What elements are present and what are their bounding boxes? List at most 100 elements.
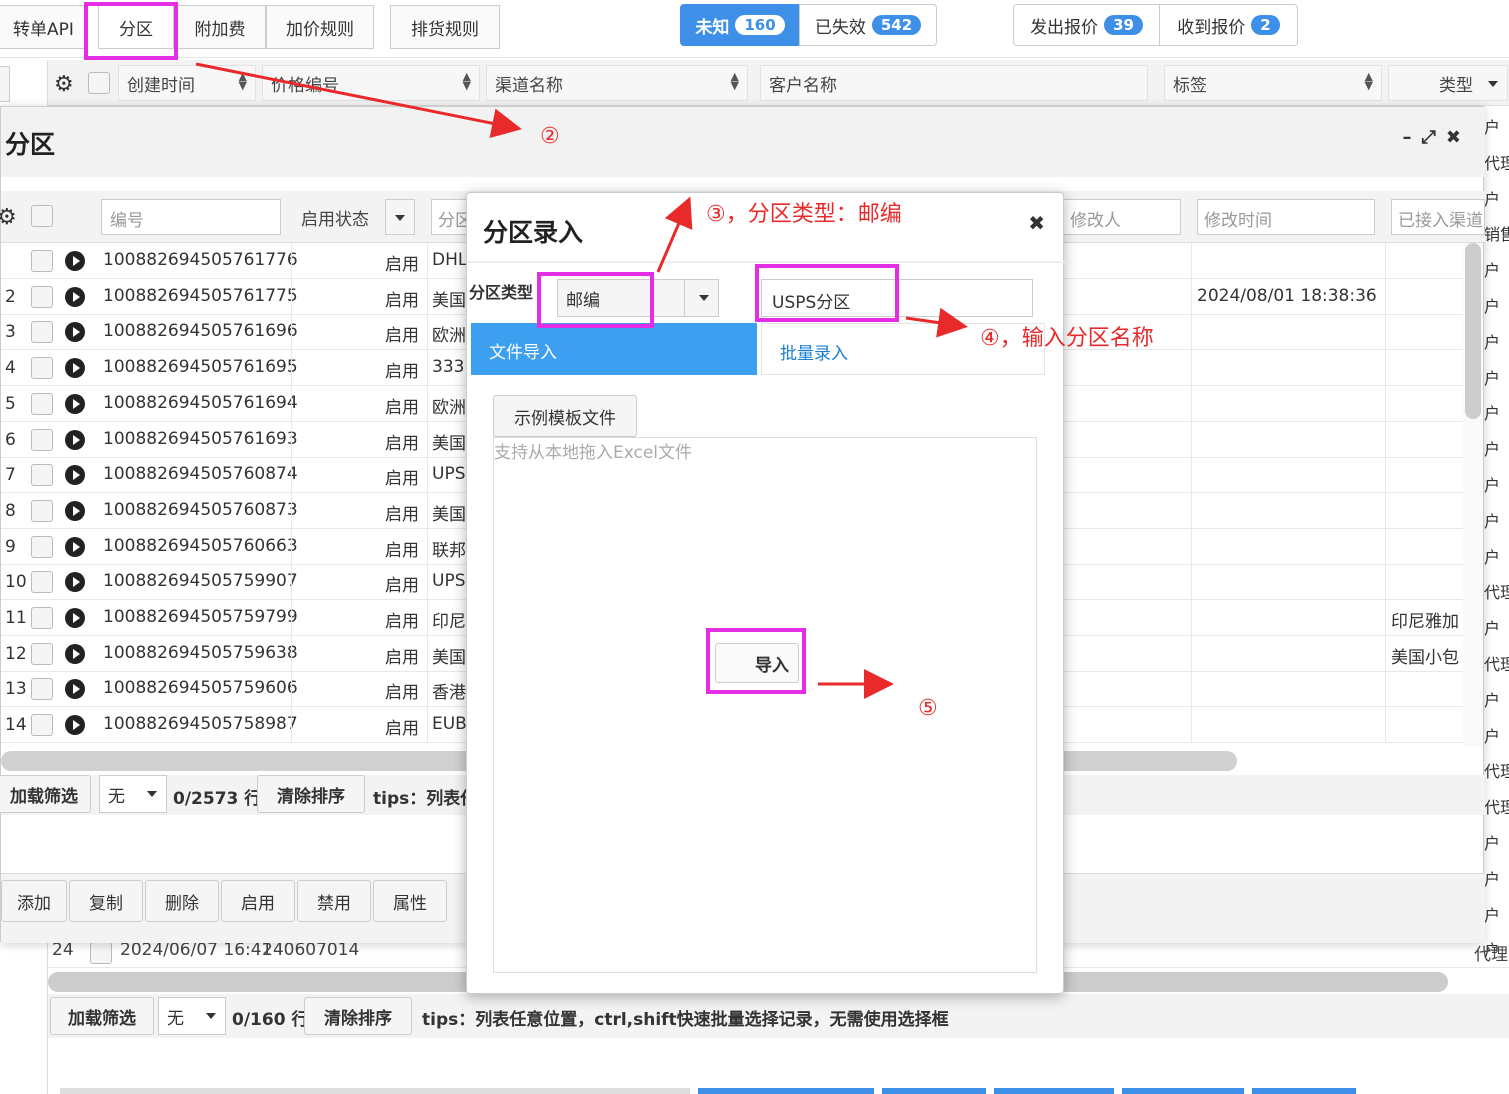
filter-select[interactable]: 无 — [158, 997, 226, 1035]
type-cell: 户 — [1484, 297, 1501, 316]
type-cell: 代理 — [1484, 798, 1509, 818]
close-icon[interactable]: ✖ — [1028, 211, 1045, 235]
row-checkbox[interactable] — [31, 714, 53, 737]
col-price-no[interactable]: 价格编号 ▲ ▼ — [262, 65, 480, 101]
header-checkbox[interactable] — [31, 205, 53, 227]
type-cell: 户 — [1484, 547, 1501, 567]
maximize-icon[interactable]: ⤢ — [1422, 127, 1446, 148]
vertical-scrollbar-thumb[interactable] — [1465, 243, 1481, 419]
excel-drop-zone[interactable]: 支持从本地拖入Excel文件 — [493, 437, 1037, 973]
expand-row-icon[interactable] — [65, 608, 85, 628]
bottom-blue-button[interactable] — [698, 1088, 874, 1094]
delete-button[interactable]: 删除 — [145, 880, 219, 922]
highlight-zone-type — [537, 272, 654, 328]
col-type[interactable]: 类型 — [1388, 65, 1508, 101]
copy-button[interactable]: 复制 — [69, 880, 143, 922]
row-checkbox[interactable] — [31, 321, 53, 344]
id-filter-input[interactable]: 编号 — [101, 199, 281, 235]
load-filter-button[interactable]: 加载筛选 — [50, 997, 154, 1035]
tab-surcharge[interactable]: 附加费 — [174, 5, 266, 49]
expand-row-icon[interactable] — [65, 286, 85, 307]
expand-row-icon[interactable] — [65, 572, 85, 593]
expand-row-icon[interactable] — [65, 715, 85, 736]
col-status[interactable]: 启用状态 — [293, 199, 417, 235]
channels-filter-input[interactable]: 已接入渠道 — [1391, 199, 1485, 235]
row-status: 启用 — [385, 612, 419, 632]
row-status: 启用 — [385, 469, 419, 490]
header-checkbox[interactable] — [88, 72, 110, 99]
tab-markup-rules[interactable]: 加价规则 — [266, 5, 374, 49]
row-checkbox[interactable] — [31, 392, 53, 415]
row-checkbox[interactable] — [31, 607, 53, 629]
row-id: 100882694505759606 — [103, 678, 298, 699]
row-checkbox[interactable] — [31, 285, 53, 308]
row-status: 启用 — [385, 433, 419, 454]
highlight-zone-tab — [84, 2, 178, 60]
col-channel-name[interactable]: 渠道名称 ▲ ▼ — [486, 65, 748, 101]
expand-row-icon[interactable] — [65, 251, 85, 271]
row-id: 100882694505760874 — [103, 464, 298, 485]
template-file-button[interactable]: 示例模板文件 — [493, 395, 637, 437]
row-checkbox[interactable] — [31, 357, 53, 380]
bottom-blue-button[interactable] — [1252, 1088, 1356, 1094]
gear-icon[interactable]: ⚙ — [54, 72, 74, 97]
row-checkbox[interactable] — [31, 250, 53, 272]
row-checkbox[interactable] — [31, 642, 53, 665]
expand-row-icon[interactable] — [65, 679, 85, 700]
row-id: 100882694505759907 — [103, 571, 298, 592]
enable-button[interactable]: 启用 — [221, 880, 295, 922]
add-button[interactable]: 添加 — [1, 880, 67, 922]
row-checkbox[interactable] — [31, 464, 53, 487]
row-checkbox[interactable] — [31, 535, 53, 558]
type-cell: 户 — [1484, 189, 1501, 209]
bottom-blue-button[interactable] — [994, 1088, 1114, 1094]
status-invalid-button[interactable]: 已失效 542 — [799, 4, 937, 46]
expand-row-icon[interactable] — [65, 322, 85, 343]
status-filter-dropdown[interactable] — [385, 199, 415, 235]
row-checkbox[interactable] — [31, 428, 53, 451]
received-quote-button[interactable]: 收到报价 2 — [1159, 4, 1298, 46]
row-checkbox[interactable] — [31, 678, 53, 701]
bottom-blue-button[interactable] — [1122, 1088, 1244, 1094]
row-status: 启用 — [385, 290, 419, 311]
expand-row-icon[interactable] — [65, 643, 85, 664]
expand-row-icon[interactable] — [65, 429, 85, 450]
expand-row-icon[interactable] — [65, 500, 85, 521]
expand-row-icon[interactable] — [65, 393, 85, 414]
row-checkbox[interactable] — [90, 942, 112, 964]
row-checkbox[interactable] — [31, 571, 53, 594]
sent-quote-button[interactable]: 发出报价 39 — [1013, 4, 1160, 46]
row-zone: EUB — [432, 714, 467, 735]
gutter-button[interactable] — [0, 66, 10, 102]
modified-time-filter-input[interactable]: 修改时间 — [1197, 199, 1375, 235]
properties-button[interactable]: 属性 — [373, 880, 447, 922]
disable-button[interactable]: 禁用 — [297, 880, 371, 922]
background-footer: 加载筛选 无 0/160 行 清除排序 tips：列表任意位置，ctrl,shi… — [48, 994, 1509, 1038]
tab-transfer-api[interactable]: 转单API — [0, 5, 88, 49]
gear-icon[interactable]: ⚙ — [0, 205, 17, 230]
tab-dispatch-rules[interactable]: 排货规则 — [390, 5, 500, 49]
row-checkbox[interactable] — [31, 499, 53, 522]
clear-sort-button[interactable]: 清除排序 — [304, 997, 412, 1035]
row-channels: 美国小包 — [1391, 647, 1459, 668]
load-filter-button[interactable]: 加载筛选 — [0, 775, 91, 813]
clear-sort-button[interactable]: 清除排序 — [257, 775, 365, 813]
row-id: 100882694505759638 — [103, 642, 298, 663]
status-unknown-button[interactable]: 未知 160 — [680, 4, 800, 46]
row-status: 启用 — [385, 719, 419, 740]
bottom-blue-button[interactable] — [882, 1088, 986, 1094]
col-tag[interactable]: 标签 ▲ ▼ — [1164, 65, 1382, 101]
type-cell: 户 — [1484, 261, 1501, 281]
expand-row-icon[interactable] — [65, 358, 85, 379]
close-icon[interactable]: ✖ — [1446, 127, 1471, 148]
expand-row-icon[interactable] — [65, 536, 85, 557]
filter-select[interactable]: 无 — [99, 775, 167, 813]
minimize-icon[interactable]: – — [1403, 127, 1422, 148]
expand-row-icon[interactable] — [65, 465, 85, 486]
col-created-time[interactable]: 创建时间 ▲ ▼ — [118, 65, 256, 101]
tab-file-import[interactable]: 文件导入 — [471, 323, 757, 375]
col-customer-name[interactable]: 客户名称 — [760, 65, 1148, 101]
modifier-filter-input[interactable]: 修改人 — [1063, 199, 1181, 235]
vertical-scrollbar-track[interactable] — [1463, 243, 1483, 747]
row-zone: 美国 — [432, 647, 466, 668]
